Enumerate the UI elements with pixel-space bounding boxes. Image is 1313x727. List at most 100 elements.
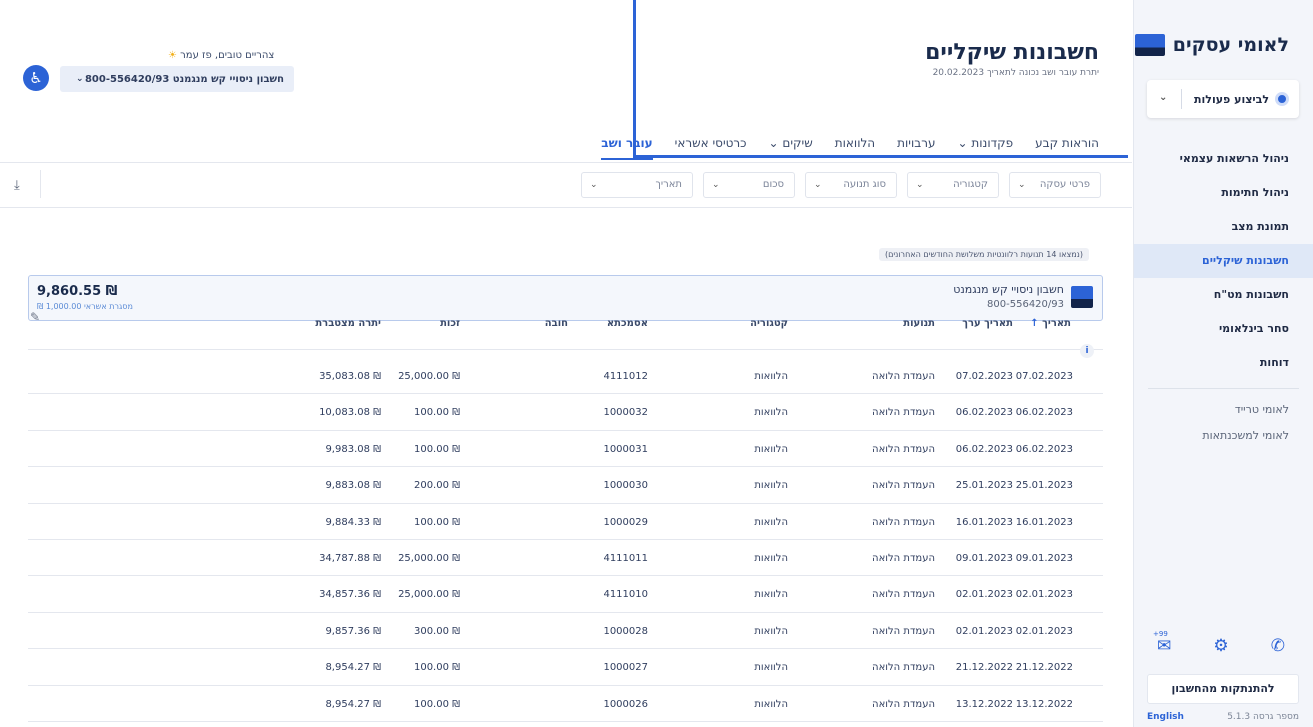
tab-deposits[interactable]: פקדונות ⌄ bbox=[957, 136, 1013, 160]
cell-balance: ₪ 9,857.36 bbox=[325, 625, 381, 637]
cell-date: 02.01.2023 bbox=[1015, 589, 1073, 601]
transactions-table-body: 07.02.2023 07.02.2023 העמדת הלואה הלוואות 41… bbox=[28, 358, 1103, 722]
sidebar-item-reports[interactable]: דוחות bbox=[1134, 346, 1313, 380]
column-header-date[interactable]: תאריך ↑ bbox=[1030, 318, 1071, 329]
cell-category: הלוואות bbox=[754, 698, 788, 710]
column-header-credit: זכות bbox=[440, 318, 460, 329]
filter-amount[interactable]: סכום ⌄ bbox=[703, 172, 795, 198]
cell-balance: ₪ 34,857.36 bbox=[319, 589, 381, 601]
cell-credit: ₪ 100.00 bbox=[413, 698, 460, 710]
table-row[interactable]: 06.02.2023 06.02.2023 העמדת הלואה הלוואות 10… bbox=[28, 394, 1103, 431]
account-tabs: עובר ושב כרטיסי אשראי שיקים ⌄ הלוואות ער… bbox=[601, 136, 1099, 160]
cell-description: העמדת הלואה bbox=[872, 480, 935, 492]
sidebar-item-overview[interactable]: תמונת מצב bbox=[1134, 210, 1313, 244]
account-select[interactable]: חשבון ניסויי קש מנגמנט 800-556420/93 ⌄ bbox=[60, 66, 294, 92]
column-header-category: קטגוריה bbox=[750, 318, 788, 329]
chevron-down-icon: ⌄ bbox=[1018, 180, 1026, 190]
cell-date: 06.02.2023 bbox=[1015, 407, 1073, 419]
language-toggle[interactable]: English bbox=[1147, 712, 1184, 722]
filter-transaction-type[interactable]: סוג תנועה ⌄ bbox=[805, 172, 897, 198]
cell-category: הלוואות bbox=[754, 443, 788, 455]
sidebar-item-shekel-accounts[interactable]: חשבונות שיקליים bbox=[1134, 244, 1313, 278]
cell-date: 25.01.2023 bbox=[1015, 480, 1073, 492]
cell-description: העמדת הלואה bbox=[872, 407, 935, 419]
tab-checks[interactable]: שיקים ⌄ bbox=[769, 136, 813, 160]
cell-value-date: 02.01.2023 bbox=[955, 589, 1013, 601]
chevron-down-icon: ⌄ bbox=[814, 180, 822, 190]
actions-dropdown[interactable]: לביצוע פעולות ⌄ bbox=[1147, 80, 1299, 118]
cell-date: 02.01.2023 bbox=[1015, 625, 1073, 637]
cell-credit: ₪ 300.00 bbox=[413, 625, 460, 637]
filter-date[interactable]: תאריך ⌄ bbox=[581, 172, 693, 198]
cell-description: העמדת הלואה bbox=[872, 698, 935, 710]
greeting: צהריים טובים, פז עמר ☀ bbox=[168, 50, 274, 61]
tab-checking[interactable]: עובר ושב bbox=[601, 136, 653, 160]
table-row[interactable]: 02.01.2023 02.01.2023 העמדת הלואה הלוואות 10… bbox=[28, 613, 1103, 650]
cell-reference: 4111010 bbox=[603, 589, 648, 601]
filter-transaction-details[interactable]: פרטי עסקה ⌄ bbox=[1009, 172, 1101, 198]
column-header-reference: אסמכתא bbox=[606, 318, 648, 329]
table-row[interactable]: 16.01.2023 16.01.2023 העמדת הלואה הלוואות 10… bbox=[28, 504, 1103, 540]
download-icon[interactable]: ⤓ bbox=[14, 178, 20, 193]
filter-category[interactable]: קטגוריה ⌄ bbox=[907, 172, 999, 198]
cell-description: העמדת הלואה bbox=[872, 625, 935, 637]
cell-description: העמדת הלואה bbox=[872, 552, 935, 564]
cell-value-date: 16.01.2023 bbox=[955, 516, 1013, 528]
table-row[interactable]: 02.01.2023 02.01.2023 העמדת הלואה הלוואות 41… bbox=[28, 576, 1103, 613]
column-header-value-date[interactable]: תאריך ערך bbox=[962, 318, 1013, 329]
cell-value-date: 06.02.2023 bbox=[955, 443, 1013, 455]
table-row[interactable]: 25.01.2023 25.01.2023 העמדת הלואה הלוואות 10… bbox=[28, 467, 1103, 504]
greeting-text: צהריים טובים, פז עמר bbox=[180, 50, 275, 61]
chevron-down-icon: ⌄ bbox=[916, 180, 924, 190]
cell-description: העמדת הלואה bbox=[872, 443, 935, 455]
sidebar-link-leumi-trade[interactable]: לאומי טרייד bbox=[1134, 397, 1313, 423]
table-row[interactable]: 09.01.2023 09.01.2023 העמדת הלואה הלוואות 41… bbox=[28, 540, 1103, 577]
tab-loans[interactable]: הלוואות bbox=[835, 136, 875, 160]
sidebar-item-intl-trade[interactable]: סחר בינלאומי bbox=[1134, 312, 1313, 346]
cell-description: העמדת הלואה bbox=[872, 589, 935, 601]
table-row[interactable]: 21.12.2022 21.12.2022 העמדת הלואה הלוואות 10… bbox=[28, 649, 1103, 686]
cell-credit: ₪ 25,000.00 bbox=[398, 552, 460, 564]
focus-highlight-frame bbox=[633, 0, 1128, 158]
cell-credit: ₪ 25,000.00 bbox=[398, 589, 460, 601]
tab-guarantees[interactable]: ערבויות bbox=[897, 136, 935, 160]
contact-icons: ✉ +99 ⚙ ✆ bbox=[1153, 630, 1285, 656]
logout-button[interactable]: להתנתקות מהחשבון bbox=[1147, 674, 1299, 704]
logo[interactable]: לאומי עסקים bbox=[1134, 34, 1289, 56]
sidebar-link-leumi-mortgage[interactable]: לאומי למשכנתאות bbox=[1134, 423, 1313, 449]
sidebar-item-signatures[interactable]: ניהול חתימות bbox=[1134, 176, 1313, 210]
gear-icon[interactable]: ⚙ bbox=[1213, 636, 1228, 656]
mail-icon[interactable]: ✉ +99 bbox=[1153, 630, 1171, 656]
cell-reference: 4111011 bbox=[603, 552, 648, 564]
table-row[interactable]: 06.02.2023 06.02.2023 העמדת הלואה הלוואות 10… bbox=[28, 431, 1103, 468]
accessibility-icon[interactable]: ♿ bbox=[23, 65, 49, 91]
divider bbox=[0, 162, 1132, 163]
cell-description: העמדת הלואה bbox=[872, 371, 935, 382]
cell-credit: ₪ 100.00 bbox=[413, 662, 460, 674]
phone-icon[interactable]: ✆ bbox=[1271, 636, 1285, 656]
actions-label: לביצוע פעולות bbox=[1194, 92, 1269, 106]
cell-credit: ₪ 25,000.00 bbox=[398, 371, 460, 382]
cell-date: 09.01.2023 bbox=[1015, 552, 1073, 564]
logo-text: לאומי עסקים bbox=[1172, 34, 1289, 56]
cell-reference: 1000028 bbox=[603, 625, 648, 637]
cell-reference: 1000026 bbox=[603, 698, 648, 710]
info-icon[interactable]: i bbox=[1080, 344, 1094, 358]
cell-reference: 1000027 bbox=[603, 662, 648, 674]
sidebar-item-permissions[interactable]: ניהול הרשאות עצמאי bbox=[1134, 142, 1313, 176]
column-label: תאריך bbox=[1042, 318, 1071, 329]
column-header-description: תנועות bbox=[903, 318, 935, 329]
cell-balance: ₪ 10,083.08 bbox=[319, 407, 381, 419]
cell-credit: ₪ 100.00 bbox=[413, 516, 460, 528]
edit-columns-icon[interactable]: ✎ bbox=[30, 310, 40, 324]
sidebar-item-fx-accounts[interactable]: חשבונות מט"ח bbox=[1134, 278, 1313, 312]
filter-label: פרטי עסקה bbox=[1039, 179, 1090, 190]
cell-balance: ₪ 9,884.33 bbox=[325, 516, 381, 528]
tab-standing-orders[interactable]: הוראות קבע bbox=[1035, 136, 1099, 160]
leumi-logo-icon bbox=[1134, 34, 1165, 56]
table-row[interactable]: 07.02.2023 07.02.2023 העמדת הלואה הלוואות 41… bbox=[28, 358, 1103, 395]
table-row[interactable]: 13.12.2022 13.12.2022 העמדת הלואה הלוואות 10… bbox=[28, 686, 1103, 722]
filter-bar: תאריך ⌄ סכום ⌄ סוג תנועה ⌄ קטגוריה ⌄ פרטי עס… bbox=[581, 172, 1101, 198]
column-header-balance: יתרה מצטברת bbox=[315, 318, 381, 329]
tab-credit-cards[interactable]: כרטיסי אשראי bbox=[675, 136, 747, 160]
